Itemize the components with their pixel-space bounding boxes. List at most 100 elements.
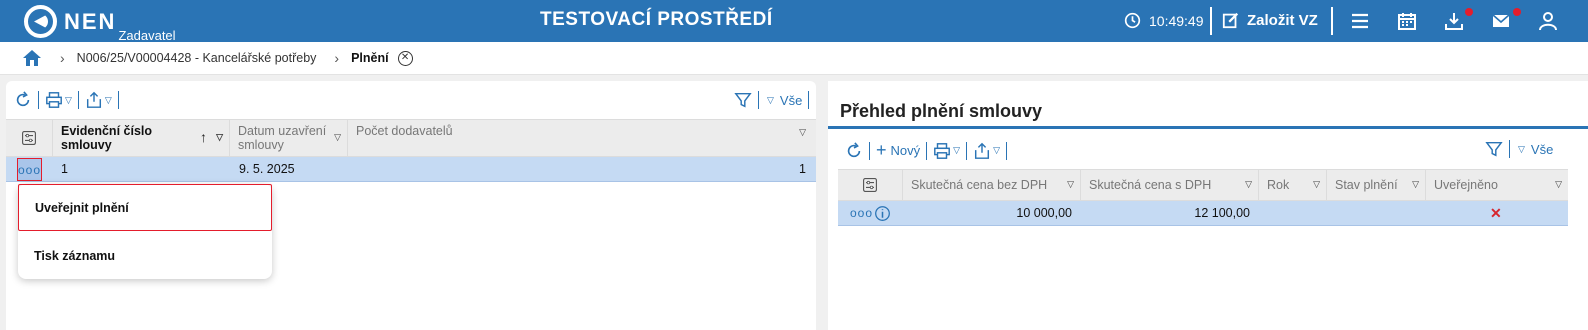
chevron-down-icon[interactable]: ▽ bbox=[1518, 144, 1525, 155]
nen-logo-icon bbox=[24, 5, 57, 38]
chevron-down-icon[interactable]: ▽ bbox=[1313, 179, 1320, 190]
clock-time: 10:49:49 bbox=[1149, 12, 1204, 29]
export-icon[interactable] bbox=[85, 91, 103, 109]
toolbar-divider bbox=[38, 91, 39, 109]
settings-sliders-icon bbox=[863, 178, 877, 192]
download-icon[interactable] bbox=[1444, 11, 1464, 31]
column-header-cena-s-dph[interactable]: Skutečná cena s DPH ▽ bbox=[1081, 170, 1259, 200]
cell-pocet-dodavatelu: 1 bbox=[799, 162, 806, 176]
left-toolbar: ▽ ▽ bbox=[14, 91, 125, 109]
top-bar: NEN Zadavatel TESTOVACÍ PROSTŘEDÍ 10:49:… bbox=[0, 0, 1588, 43]
chevron-down-icon[interactable]: ▽ bbox=[65, 95, 72, 106]
column-header-datum[interactable]: Datum uzavření smlouvy ▽ bbox=[230, 120, 348, 156]
toolbar-divider bbox=[77, 91, 79, 109]
divider bbox=[1331, 7, 1333, 35]
column-settings-button[interactable] bbox=[6, 120, 53, 156]
table-row[interactable]: ooo 10 000,00 12 100,00 ✕ bbox=[838, 201, 1568, 226]
chevron-down-icon[interactable]: ▽ bbox=[799, 127, 806, 138]
filter-all-label[interactable]: Vše bbox=[1531, 142, 1553, 157]
row-actions-button[interactable]: ooo bbox=[17, 158, 42, 181]
menu-icon[interactable] bbox=[1350, 11, 1370, 31]
cell-cena-s-dph: 12 100,00 bbox=[1194, 206, 1250, 220]
refresh-icon[interactable] bbox=[14, 91, 32, 109]
chevron-down-icon[interactable]: ▽ bbox=[105, 95, 112, 106]
panel-title: Přehled plnění smlouvy bbox=[840, 101, 1043, 121]
right-filter-bar: ▽ Vše bbox=[1485, 140, 1553, 158]
divider bbox=[1210, 7, 1212, 35]
edit-icon bbox=[1222, 12, 1239, 29]
left-filter-bar: ▽ Vše bbox=[734, 91, 815, 109]
settings-sliders-icon bbox=[22, 131, 36, 145]
chevron-down-icon[interactable]: ▽ bbox=[216, 132, 223, 143]
download-notification-dot bbox=[1465, 8, 1473, 16]
column-settings-button[interactable] bbox=[838, 170, 903, 200]
row-actions-button[interactable]: ooo bbox=[850, 201, 873, 225]
print-icon[interactable] bbox=[933, 142, 951, 160]
user-icon[interactable] bbox=[1538, 11, 1558, 31]
breadcrumb: › N006/25/V00004428 - Kancelářské potřeb… bbox=[0, 42, 1588, 75]
filter-icon[interactable] bbox=[1485, 140, 1503, 158]
breadcrumb-item-tender[interactable]: N006/25/V00004428 - Kancelářské potřeby bbox=[77, 51, 317, 65]
session-clock: 10:49:49 bbox=[1124, 12, 1204, 29]
sort-ascending-icon[interactable]: ↑ bbox=[200, 129, 207, 145]
more-dots-icon: ooo bbox=[850, 206, 874, 220]
logo-subtitle: Zadavatel bbox=[118, 28, 176, 43]
chevron-down-icon[interactable]: ▽ bbox=[1067, 179, 1074, 190]
toolbar-divider bbox=[966, 141, 968, 160]
filter-all-label[interactable]: Vše bbox=[780, 93, 802, 108]
new-record-label: Nový bbox=[890, 143, 921, 158]
toolbar-divider bbox=[808, 91, 810, 109]
plus-icon: + bbox=[876, 140, 887, 160]
calendar-icon[interactable] bbox=[1397, 11, 1417, 31]
row-info-button[interactable] bbox=[874, 201, 891, 225]
chevron-down-icon[interactable]: ▽ bbox=[334, 132, 341, 143]
mail-icon[interactable] bbox=[1491, 11, 1511, 31]
right-toolbar: + Nový ▽ ▽ bbox=[845, 140, 1013, 161]
column-header-rok[interactable]: Rok ▽ bbox=[1259, 170, 1327, 200]
chevron-down-icon[interactable]: ▽ bbox=[767, 95, 774, 106]
toolbar-divider bbox=[1509, 140, 1510, 158]
menu-item-publish[interactable]: Uveřejnit plnění bbox=[18, 184, 272, 231]
cell-evidencni-cislo: 1 bbox=[61, 162, 68, 176]
mail-notification-dot bbox=[1513, 8, 1521, 16]
column-header-evidencni-cislo[interactable]: Evidenční číslo smlouvy ↑ ▽ bbox=[53, 120, 230, 156]
cell-cena-bez-dph: 10 000,00 bbox=[1016, 206, 1072, 220]
logo-text: NEN bbox=[64, 9, 117, 34]
fulfillment-grid-header: Skutečná cena bez DPH ▽ Skutečná cena s … bbox=[838, 169, 1568, 201]
nen-logo[interactable]: NEN Zadavatel bbox=[24, 5, 176, 43]
chevron-down-icon[interactable]: ▽ bbox=[1555, 179, 1562, 190]
chevron-down-icon[interactable]: ▽ bbox=[953, 145, 960, 156]
refresh-icon[interactable] bbox=[845, 141, 863, 160]
print-icon[interactable] bbox=[45, 91, 63, 109]
column-header-pocet[interactable]: Počet dodavatelů ▽ bbox=[348, 120, 816, 156]
home-icon[interactable] bbox=[22, 48, 42, 68]
menu-item-print-record[interactable]: Tisk záznamu bbox=[18, 232, 272, 279]
export-icon[interactable] bbox=[973, 142, 991, 160]
chevron-right-icon: › bbox=[334, 50, 340, 66]
column-header-stav-plneni[interactable]: Stav plnění ▽ bbox=[1327, 170, 1426, 200]
new-record-button[interactable]: + Nový bbox=[876, 140, 920, 161]
column-header-cena-bez-dph[interactable]: Skutečná cena bez DPH ▽ bbox=[903, 170, 1081, 200]
new-vz-button[interactable]: Založit VZ bbox=[1222, 11, 1318, 29]
environment-title: TESTOVACÍ PROSTŘEDÍ bbox=[540, 9, 773, 30]
chevron-down-icon[interactable]: ▽ bbox=[993, 145, 1000, 156]
filter-icon[interactable] bbox=[734, 91, 752, 109]
toolbar-divider bbox=[758, 91, 759, 109]
clock-icon bbox=[1124, 12, 1141, 29]
close-tab-icon[interactable]: ✕ bbox=[397, 50, 413, 66]
table-row[interactable]: ooo 1 9. 5. 2025 1 bbox=[6, 157, 816, 182]
toolbar-divider bbox=[869, 141, 870, 160]
fulfillment-panel: Přehled plnění smlouvy + Nový ▽ ▽ ▽ Vše … bbox=[828, 81, 1588, 330]
more-dots-icon: ooo bbox=[17, 162, 42, 177]
toolbar-divider bbox=[1005, 141, 1007, 160]
toolbar-divider bbox=[926, 141, 928, 160]
red-x-icon: ✕ bbox=[1490, 204, 1502, 221]
breadcrumb-item-current: Plnění bbox=[351, 51, 389, 65]
chevron-down-icon[interactable]: ▽ bbox=[1245, 179, 1252, 190]
contracts-grid-header: Evidenční číslo smlouvy ↑ ▽ Datum uzavře… bbox=[6, 119, 816, 157]
toolbar-divider bbox=[117, 91, 119, 109]
cell-datum: 9. 5. 2025 bbox=[239, 162, 295, 176]
column-header-uverejneno[interactable]: Uveřejněno ▽ bbox=[1426, 170, 1568, 200]
chevron-down-icon[interactable]: ▽ bbox=[1412, 179, 1419, 190]
chevron-right-icon: › bbox=[60, 50, 65, 66]
